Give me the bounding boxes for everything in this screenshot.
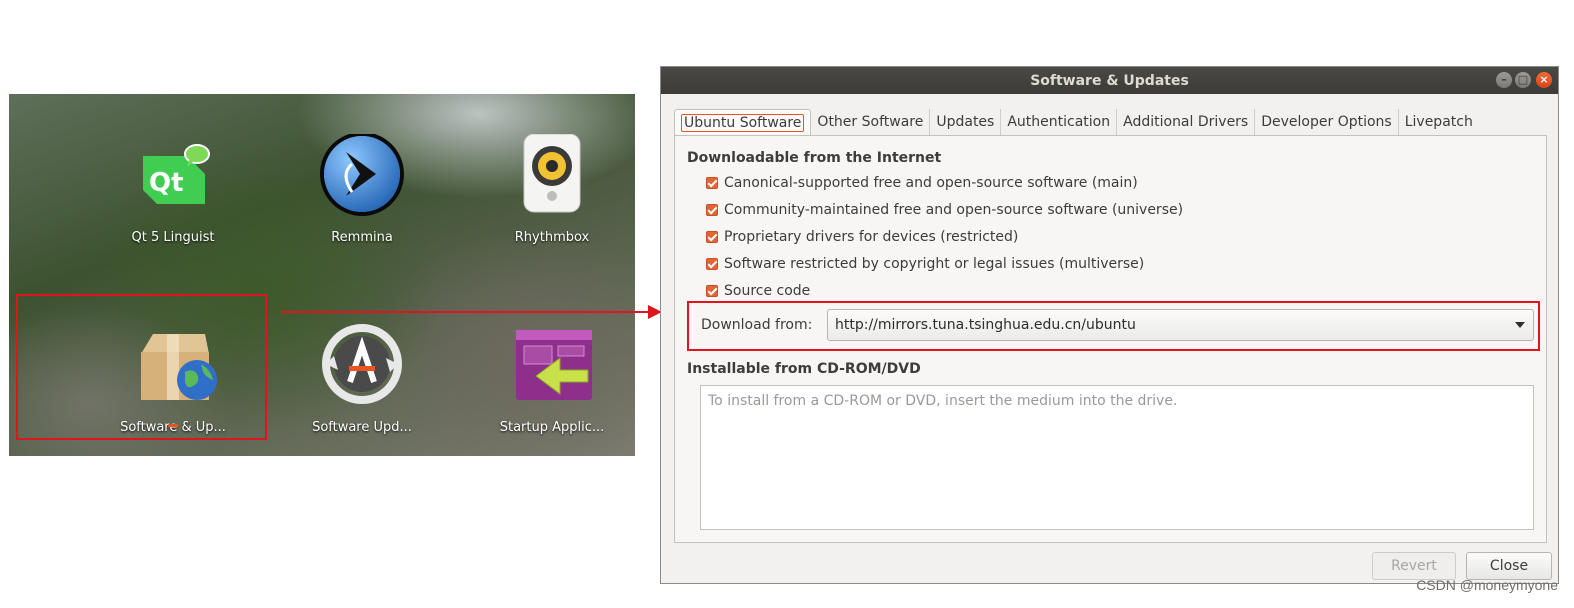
app-tile-qt-linguist[interactable]: Qt Qt 5 Linguist bbox=[103, 134, 243, 264]
dialog-titlebar[interactable]: Software & Updates – □ × bbox=[661, 67, 1558, 94]
remmina-icon bbox=[316, 132, 408, 226]
tab-label: Ubuntu Software bbox=[681, 113, 805, 132]
tab-label: Additional Drivers bbox=[1123, 114, 1249, 130]
tab-developer-options[interactable]: Developer Options bbox=[1255, 109, 1399, 135]
revert-button[interactable]: Revert bbox=[1372, 552, 1456, 580]
download-from-label: Download from: bbox=[701, 317, 813, 333]
app-tile-startup-applications[interactable]: Startup Applic... bbox=[482, 324, 622, 454]
checkbox-source-code[interactable]: Source code bbox=[706, 283, 810, 299]
app-label: Remmina bbox=[331, 230, 393, 245]
tab-other-software[interactable]: Other Software bbox=[811, 109, 931, 135]
app-label: Startup Applic... bbox=[499, 420, 605, 435]
tab-bar: Ubuntu Software Other Software Updates A… bbox=[674, 109, 1479, 135]
checkbox-checked-icon[interactable] bbox=[706, 231, 718, 243]
checkbox-checked-icon[interactable] bbox=[706, 204, 718, 216]
cdrom-section-title: Installable from CD-ROM/DVD bbox=[687, 361, 921, 377]
rhythmbox-icon bbox=[506, 133, 598, 226]
download-from-row: Download from: http://mirrors.tuna.tsing… bbox=[687, 301, 1540, 351]
checkbox-label: Source code bbox=[724, 283, 811, 299]
tab-livepatch[interactable]: Livepatch bbox=[1399, 109, 1479, 135]
tab-label: Livepatch bbox=[1404, 114, 1473, 130]
tab-authentication[interactable]: Authentication bbox=[1001, 109, 1118, 135]
tab-ubuntu-software[interactable]: Ubuntu Software bbox=[674, 109, 812, 135]
tab-label: Other Software bbox=[817, 114, 924, 130]
cdrom-sources-list[interactable]: To install from a CD-ROM or DVD, insert … bbox=[700, 385, 1534, 530]
minimize-button[interactable]: – bbox=[1496, 72, 1512, 88]
connector-arrow-line bbox=[281, 311, 651, 313]
checkbox-checked-icon[interactable] bbox=[706, 258, 718, 270]
tab-label: Developer Options bbox=[1261, 114, 1392, 130]
downloadable-section-title: Downloadable from the Internet bbox=[687, 150, 942, 166]
close-button[interactable]: Close bbox=[1466, 552, 1552, 580]
svg-text:Qt: Qt bbox=[149, 168, 184, 198]
tab-label: Authentication bbox=[1007, 114, 1111, 130]
tab-additional-drivers[interactable]: Additional Drivers bbox=[1117, 109, 1256, 135]
app-label: Software Upd... bbox=[312, 420, 412, 435]
checkbox-restricted[interactable]: Proprietary drivers for devices (restric… bbox=[706, 229, 1018, 245]
app-tile-remmina[interactable]: Remmina bbox=[292, 132, 432, 264]
checkbox-label: Community-maintained free and open-sourc… bbox=[724, 202, 1184, 218]
checkbox-label: Proprietary drivers for devices (restric… bbox=[724, 229, 1019, 245]
download-server-value: http://mirrors.tuna.tsinghua.edu.cn/ubun… bbox=[835, 317, 1136, 333]
app-label: Rhythmbox bbox=[514, 230, 590, 245]
qt-linguist-icon: Qt bbox=[127, 134, 219, 226]
startup-applications-icon bbox=[506, 324, 598, 416]
checkbox-label: Canonical-supported free and open-source… bbox=[724, 175, 1138, 191]
software-updater-icon bbox=[316, 324, 408, 416]
chevron-down-icon bbox=[1515, 322, 1525, 328]
launcher-highlight-box bbox=[16, 294, 267, 440]
watermark-text: CSDN @moneymyone bbox=[1416, 577, 1558, 593]
app-label: Qt 5 Linguist bbox=[131, 230, 215, 245]
checkbox-checked-icon[interactable] bbox=[706, 177, 718, 189]
dialog-title: Software & Updates bbox=[1030, 72, 1189, 89]
checkbox-label: Software restricted by copyright or lega… bbox=[724, 256, 1145, 272]
tab-updates[interactable]: Updates bbox=[930, 109, 1002, 135]
software-updates-dialog: Software & Updates – □ × Ubuntu Software… bbox=[660, 66, 1559, 584]
tab-label: Updates bbox=[936, 114, 995, 130]
maximize-button[interactable]: □ bbox=[1515, 72, 1531, 88]
checkbox-checked-icon[interactable] bbox=[706, 285, 718, 297]
checkbox-main[interactable]: Canonical-supported free and open-source… bbox=[706, 175, 1138, 191]
download-server-dropdown[interactable]: http://mirrors.tuna.tsinghua.edu.cn/ubun… bbox=[827, 309, 1534, 341]
cdrom-placeholder-text: To install from a CD-ROM or DVD, insert … bbox=[708, 393, 1178, 409]
app-tile-software-updater[interactable]: Software Upd... bbox=[292, 324, 432, 454]
checkbox-universe[interactable]: Community-maintained free and open-sourc… bbox=[706, 202, 1183, 218]
ubuntu-software-panel: Downloadable from the Internet Canonical… bbox=[674, 135, 1547, 543]
checkbox-multiverse[interactable]: Software restricted by copyright or lega… bbox=[706, 256, 1144, 272]
window-close-button[interactable]: × bbox=[1536, 72, 1552, 88]
app-tile-rhythmbox[interactable]: Rhythmbox bbox=[482, 133, 622, 264]
